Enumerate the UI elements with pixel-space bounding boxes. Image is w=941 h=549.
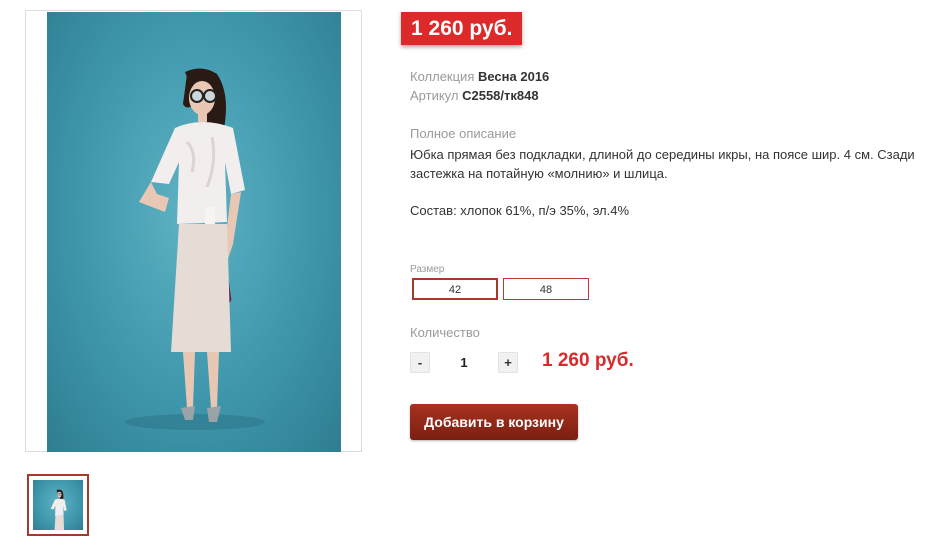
main-image-frame — [25, 10, 362, 452]
quantity-label: Количество — [410, 325, 480, 340]
collection-row: Коллекция Весна 2016 — [410, 69, 549, 85]
quantity-value[interactable]: 1 — [453, 355, 475, 370]
thumbnail-figure — [50, 489, 67, 530]
quantity-decrease-button[interactable]: - — [410, 352, 430, 373]
size-option-42[interactable]: 42 — [412, 278, 498, 300]
thumbnail-selected[interactable] — [27, 474, 89, 536]
article-label: Артикул — [410, 88, 459, 103]
collection-label: Коллекция — [410, 69, 475, 84]
model-figure — [125, 68, 265, 430]
size-option-48[interactable]: 48 — [503, 278, 589, 300]
collection-value: Весна 2016 — [477, 69, 550, 84]
quantity-increase-button[interactable]: + — [498, 352, 518, 373]
thumbnail-image — [33, 480, 83, 530]
add-to-cart-button[interactable]: Добавить в корзину — [410, 404, 578, 440]
article-value: С2558/тк848 — [462, 88, 539, 103]
article-row: Артикул С2558/тк848 — [410, 88, 539, 104]
description-text: Юбка прямая без подкладки, длиной до сер… — [410, 147, 915, 181]
size-label: Размер — [410, 264, 445, 275]
composition-text: Состав: хлопок 61%, п/э 35%, эл.4% — [410, 203, 630, 218]
product-photo[interactable] — [47, 12, 341, 452]
description-label: Полное описание — [410, 126, 517, 141]
total-price: 1 260 руб. — [542, 350, 634, 371]
price-badge: 1 260 руб. — [401, 12, 523, 45]
